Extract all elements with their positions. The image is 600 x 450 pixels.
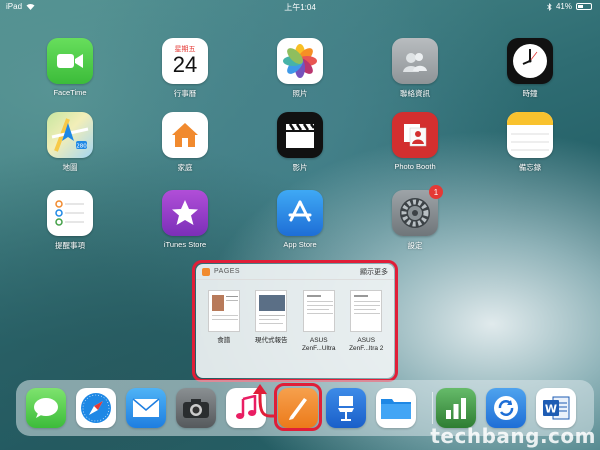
app-home[interactable]: 家庭: [145, 112, 225, 173]
app-contacts[interactable]: 聯絡資訊: [375, 38, 455, 99]
app-videos[interactable]: 影片: [260, 112, 340, 173]
document-label-line2: ZenF...Ultra: [301, 345, 336, 352]
dock-app-mail[interactable]: [126, 388, 166, 428]
dock-app-safari[interactable]: [76, 388, 116, 428]
app-label: 地圖: [62, 163, 78, 172]
envelope-icon: [132, 398, 160, 417]
arrow-annotation: [253, 384, 274, 418]
watermark: techbang.com: [420, 388, 600, 450]
document-thumbnail: [302, 290, 335, 332]
app-calendar[interactable]: 星期五 24 行事曆: [145, 38, 225, 99]
battery-icon: [576, 3, 592, 10]
app-appstore[interactable]: App Store: [260, 190, 340, 249]
dock-app-keynote[interactable]: [326, 388, 366, 428]
status-time: 上午1:04: [284, 3, 316, 12]
app-label: 提醒事項: [55, 241, 85, 250]
app-label: 設定: [407, 241, 423, 250]
app-label: 時鐘: [522, 89, 538, 98]
watermark-text: techbang.com: [430, 424, 596, 448]
popup-header: PAGES 顯示更多: [196, 264, 394, 280]
app-label: 聯絡資訊: [400, 89, 430, 98]
pages-app-icon: [202, 267, 210, 276]
document-item[interactable]: ASUS ZenF...Ultra: [296, 290, 342, 353]
document-label: 現代式報告: [255, 337, 288, 344]
document-label-line1: ASUS: [309, 337, 328, 344]
popup-title: PAGES: [214, 268, 241, 275]
app-photobooth[interactable]: Photo Booth: [375, 112, 455, 171]
compass-icon: [81, 393, 111, 423]
app-notes[interactable]: 備忘錄: [490, 112, 570, 173]
notes-icon: [507, 112, 553, 158]
document-thumbnail: [350, 290, 383, 332]
speech-bubble-icon: [34, 398, 58, 418]
camera-icon: [183, 399, 209, 418]
map-route-number: 280: [76, 143, 87, 149]
document-item[interactable]: 現代式報告: [248, 290, 294, 353]
app-photos[interactable]: 照片: [260, 38, 340, 99]
app-label: Photo Booth: [394, 162, 436, 171]
photo-booth-icon: [392, 112, 438, 158]
pages-icon-highlight-outline: [274, 383, 322, 431]
contacts-icon: [392, 38, 438, 84]
house-icon: [162, 112, 208, 158]
show-more-link[interactable]: 顯示更多: [360, 267, 388, 277]
app-settings[interactable]: 1 設定: [375, 185, 455, 251]
battery-percent: 41%: [555, 2, 572, 11]
calendar-day: 24: [172, 52, 198, 77]
app-facetime[interactable]: FaceTime: [30, 38, 110, 97]
status-right: 41%: [547, 2, 592, 11]
battery-fill: [578, 5, 583, 8]
photos-flower-icon: [277, 38, 323, 84]
app-maps[interactable]: 280 地圖: [30, 112, 110, 173]
pages-quick-actions-popup: PAGES 顯示更多 食譜 現代式報告 ASUS ZenF...Ultra AS…: [196, 264, 394, 378]
app-label: 照片: [292, 89, 308, 98]
dock-app-files[interactable]: [376, 388, 416, 428]
document-item[interactable]: ASUS ZenF...ltra 2: [343, 290, 389, 353]
document-thumbnail: [255, 290, 288, 332]
map-icon: 280: [47, 112, 93, 158]
document-label: ASUS ZenF...ltra 2: [343, 337, 389, 353]
app-label: 影片: [292, 163, 308, 172]
document-label-line1: ASUS: [357, 337, 376, 344]
calendar-icon: 星期五 24: [162, 38, 208, 84]
reminders-list-icon: [47, 190, 93, 236]
dock-app-camera[interactable]: [176, 388, 216, 428]
document-thumbnail: [207, 290, 240, 332]
app-label: App Store: [283, 240, 317, 249]
app-label: FaceTime: [53, 88, 87, 97]
gear-icon: 1: [392, 185, 443, 236]
document-label: ASUS ZenF...Ultra: [296, 337, 342, 353]
status-bar: iPad 上午1:04 41%: [0, 0, 600, 14]
app-reminders[interactable]: 提醒事項: [30, 190, 110, 251]
bluetooth-icon: [547, 2, 552, 11]
dock-app-messages[interactable]: [26, 388, 66, 428]
document-label: 食譜: [217, 337, 231, 344]
app-label: 家庭: [177, 163, 193, 172]
document-label-line2: ZenF...ltra 2: [349, 345, 384, 352]
clapperboard-icon: [277, 112, 323, 158]
app-label: 備忘錄: [518, 163, 542, 172]
folder-icon: [381, 399, 411, 419]
recent-documents: 食譜 現代式報告 ASUS ZenF...Ultra ASUS ZenF...l…: [196, 290, 394, 353]
star-icon: [162, 190, 208, 236]
podium-icon: [338, 396, 354, 421]
app-label: 行事曆: [173, 89, 197, 98]
app-clock[interactable]: 時鐘: [490, 38, 570, 99]
app-label: iTunes Store: [163, 240, 207, 249]
video-camera-icon: [47, 38, 93, 84]
clock-icon: [507, 38, 553, 84]
app-store-icon: [277, 190, 323, 236]
notification-badge: 1: [429, 185, 443, 199]
app-itunes[interactable]: iTunes Store: [145, 190, 225, 249]
document-item[interactable]: 食譜: [201, 290, 247, 353]
